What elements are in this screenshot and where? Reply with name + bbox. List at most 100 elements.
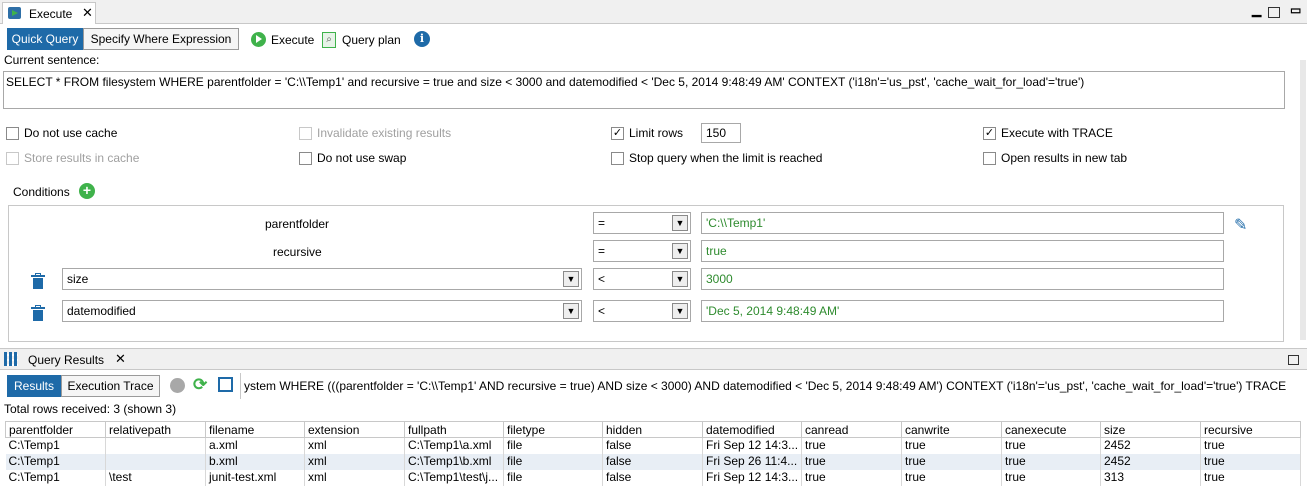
- restore-icon[interactable]: [1268, 7, 1280, 18]
- table-cell[interactable]: Fri Sep 26 11:4...: [702, 453, 802, 470]
- condition-operator-select[interactable]: < ▼: [593, 268, 691, 290]
- condition-value-input[interactable]: 'C:\\Temp1': [701, 212, 1224, 234]
- add-condition-icon[interactable]: +: [79, 183, 95, 199]
- column-header-size[interactable]: size: [1100, 421, 1201, 438]
- execute-tab-icon: [8, 7, 21, 19]
- table-cell[interactable]: C:\Temp1: [5, 437, 106, 454]
- execute-button[interactable]: Execute: [251, 31, 317, 49]
- table-cell[interactable]: C:\Temp1\b.xml: [404, 453, 504, 470]
- table-cell[interactable]: a.xml: [205, 437, 305, 454]
- table-cell[interactable]: true: [1001, 453, 1101, 470]
- column-header-canwrite[interactable]: canwrite: [901, 421, 1002, 438]
- results-button[interactable]: Results: [7, 375, 61, 397]
- table-cell[interactable]: [105, 437, 206, 454]
- table-cell[interactable]: true: [1200, 469, 1301, 486]
- table-cell[interactable]: Fri Sep 12 14:3...: [702, 437, 802, 454]
- table-cell[interactable]: true: [901, 453, 1002, 470]
- condition-operator-select[interactable]: = ▼: [593, 240, 691, 262]
- query-results-tab-label[interactable]: Query Results: [28, 353, 104, 367]
- stop-icon[interactable]: [170, 378, 185, 393]
- quick-query-button[interactable]: Quick Query: [7, 28, 83, 50]
- table-cell[interactable]: true: [1001, 469, 1101, 486]
- table-cell[interactable]: [105, 453, 206, 470]
- column-header-parentfolder[interactable]: parentfolder: [5, 421, 106, 438]
- column-header-relativepath[interactable]: relativepath: [105, 421, 206, 438]
- condition-value-input[interactable]: true: [701, 240, 1224, 262]
- table-cell[interactable]: 2452: [1100, 437, 1201, 454]
- save-icon[interactable]: [218, 377, 233, 392]
- table-cell[interactable]: file: [503, 437, 603, 454]
- table-header-row: parentfolder relativepath filename extensio…: [5, 421, 1301, 438]
- table-cell[interactable]: false: [602, 453, 703, 470]
- trash-icon[interactable]: [31, 305, 45, 321]
- table-row[interactable]: C:\Temp1 a.xml xml C:\Temp1\a.xml file false F…: [5, 437, 1301, 454]
- table-cell[interactable]: true: [901, 469, 1002, 486]
- column-header-filename[interactable]: filename: [205, 421, 305, 438]
- column-header-filetype[interactable]: filetype: [503, 421, 603, 438]
- column-header-datemodified[interactable]: datemodified: [702, 421, 802, 438]
- info-icon[interactable]: i: [414, 31, 430, 47]
- close-tab-icon[interactable]: ✕: [82, 5, 93, 21]
- specify-where-button[interactable]: Specify Where Expression: [83, 28, 239, 50]
- edit-pencil-icon[interactable]: ✎: [1234, 215, 1247, 235]
- execute-tab[interactable]: Execute ✕: [2, 2, 96, 24]
- table-cell[interactable]: true: [901, 437, 1002, 454]
- table-cell[interactable]: C:\Temp1: [5, 469, 106, 486]
- trash-icon[interactable]: [31, 273, 45, 289]
- column-header-recursive[interactable]: recursive: [1200, 421, 1301, 438]
- table-cell[interactable]: file: [503, 453, 603, 470]
- condition-value-input[interactable]: 'Dec 5, 2014 9:48:49 AM': [701, 300, 1224, 322]
- condition-field-label: recursive: [273, 245, 322, 259]
- total-rows-label: Total rows received: 3 (shown 3): [4, 402, 177, 416]
- table-cell[interactable]: C:\Temp1: [5, 453, 106, 470]
- condition-value-input[interactable]: 3000: [701, 268, 1224, 290]
- table-cell[interactable]: xml: [304, 437, 405, 454]
- column-header-hidden[interactable]: hidden: [602, 421, 703, 438]
- table-cell[interactable]: Fri Sep 12 14:3...: [702, 469, 802, 486]
- checkbox-box: ✓: [983, 127, 996, 140]
- table-cell[interactable]: \test: [105, 469, 206, 486]
- execution-trace-button[interactable]: Execution Trace: [61, 375, 160, 397]
- table-cell[interactable]: xml: [304, 469, 405, 486]
- column-header-fullpath[interactable]: fullpath: [404, 421, 504, 438]
- table-cell[interactable]: false: [602, 437, 703, 454]
- column-header-canread[interactable]: canread: [801, 421, 902, 438]
- table-cell[interactable]: false: [602, 469, 703, 486]
- condition-field-select[interactable]: size ▼: [62, 268, 582, 290]
- table-cell[interactable]: 2452: [1100, 453, 1201, 470]
- maximize-results-icon[interactable]: [1288, 355, 1299, 365]
- minimize-icon[interactable]: ▁: [1252, 3, 1261, 17]
- condition-field-select[interactable]: datemodified ▼: [62, 300, 582, 322]
- table-cell[interactable]: xml: [304, 453, 405, 470]
- condition-operator-select[interactable]: = ▼: [593, 212, 691, 234]
- table-cell[interactable]: C:\Temp1\a.xml: [404, 437, 504, 454]
- maximize-icon[interactable]: ▭: [1290, 3, 1301, 17]
- refresh-icon[interactable]: ⟳: [193, 375, 207, 395]
- table-cell[interactable]: true: [801, 437, 902, 454]
- query-plan-button[interactable]: ⌕ Query plan: [322, 31, 404, 49]
- checkbox-box: [611, 152, 624, 165]
- vertical-scrollbar[interactable]: [1300, 60, 1306, 340]
- field-value: size: [67, 272, 89, 286]
- table-cell[interactable]: junit-test.xml: [205, 469, 305, 486]
- limit-rows-input[interactable]: 150: [701, 123, 741, 143]
- current-sentence-field[interactable]: SELECT * FROM filesystem WHERE parentfol…: [3, 71, 1285, 109]
- table-cell[interactable]: true: [801, 469, 902, 486]
- table-row[interactable]: C:\Temp1 b.xml xml C:\Temp1\b.xml file false F…: [5, 453, 1301, 470]
- column-header-extension[interactable]: extension: [304, 421, 405, 438]
- column-header-canexecute[interactable]: canexecute: [1001, 421, 1101, 438]
- table-cell[interactable]: true: [801, 453, 902, 470]
- table-cell[interactable]: file: [503, 469, 603, 486]
- query-plan-icon: ⌕: [322, 32, 336, 48]
- table-cell[interactable]: true: [1200, 453, 1301, 470]
- table-cell[interactable]: true: [1001, 437, 1101, 454]
- table-cell[interactable]: true: [1200, 437, 1301, 454]
- condition-operator-select[interactable]: < ▼: [593, 300, 691, 322]
- checkbox-label: Do not use swap: [317, 151, 407, 165]
- table-cell[interactable]: 313: [1100, 469, 1201, 486]
- table-cell[interactable]: b.xml: [205, 453, 305, 470]
- chevron-down-icon: ▼: [672, 303, 688, 319]
- table-cell[interactable]: C:\Temp1\test\j...: [404, 469, 504, 486]
- table-row[interactable]: C:\Temp1 \test junit-test.xml xml C:\Temp1\t…: [5, 469, 1301, 486]
- close-results-tab-icon[interactable]: ✕: [115, 351, 126, 367]
